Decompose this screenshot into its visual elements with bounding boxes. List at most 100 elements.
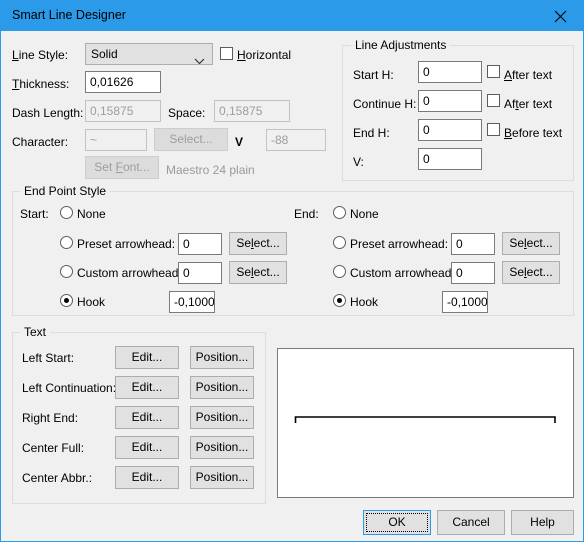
space-label: Space: [168, 106, 206, 120]
end-custom-arrowhead-label: Custom arrowhead: [350, 266, 455, 280]
start-h-input[interactable]: 0 [418, 61, 482, 83]
start-h-label: Start H: [353, 68, 394, 82]
line-style-combobox[interactable]: Solid [85, 43, 213, 65]
v-offset-input[interactable]: -88 [266, 129, 326, 151]
end-hook-radio[interactable] [333, 294, 346, 307]
center-abbr-position-button[interactable]: Position... [190, 466, 254, 489]
ok-button[interactable]: OK [363, 510, 431, 535]
space-input[interactable]: 0,15875 [214, 100, 290, 122]
start-side-label: Start: [20, 207, 49, 221]
right-end-edit-label: Edit... [131, 410, 163, 424]
character-label: Character: [12, 135, 69, 149]
start-h-after-text-label: After text [504, 68, 553, 82]
start-preset-arrowhead-label: Preset arrowhead: [77, 237, 176, 251]
end-preset-select-button[interactable]: Select... [502, 232, 560, 255]
dash-length-input[interactable]: 0,15875 [85, 100, 161, 122]
end-custom-select-label: Select... [509, 265, 553, 279]
start-preset-select-button[interactable]: Select... [229, 232, 287, 255]
left-start-edit-button[interactable]: Edit... [115, 346, 179, 369]
cancel-label: Cancel [452, 515, 490, 529]
end-preset-select-label: Select... [509, 236, 553, 250]
end-side-label: End: [294, 207, 319, 221]
end-none-label: None [350, 207, 379, 221]
center-full-edit-label: Edit... [131, 440, 163, 454]
end-h-label: End H: [353, 126, 390, 140]
left-continuation-position-label: Position... [195, 380, 249, 394]
start-custom-arrowhead-radio[interactable] [60, 265, 73, 278]
start-custom-arrowhead-label: Custom arrowhead: [77, 266, 182, 280]
start-custom-select-label: Select... [236, 265, 280, 279]
end-preset-arrowhead-input[interactable]: 0 [451, 233, 495, 255]
thickness-input[interactable]: 0,01626 [85, 71, 161, 93]
smart-line-designer-dialog: Smart Line Designer Line Style: Solid Ho… [0, 0, 584, 542]
continue-h-label: Continue H: [353, 97, 417, 111]
v-orientation-label: V [235, 135, 244, 149]
start-hook-input[interactable]: -0,1000 [169, 291, 215, 313]
continue-h-input[interactable]: 0 [418, 90, 482, 112]
left-start-position-button[interactable]: Position... [190, 346, 254, 369]
line-style-value: Solid [91, 47, 118, 61]
text-group-title: Text [20, 326, 51, 338]
close-glyph [554, 10, 566, 22]
line-preview [277, 348, 574, 498]
center-abbr-edit-label: Edit... [131, 470, 163, 484]
character-select-label: Select... [169, 132, 213, 146]
line-preview-graphic [294, 416, 556, 423]
chevron-down-icon [194, 51, 205, 64]
end-none-radio[interactable] [333, 206, 346, 219]
character-select-button[interactable]: Select... [154, 128, 228, 151]
set-font-label: Set Font... [94, 160, 150, 174]
start-hook-label: Hook [77, 295, 106, 309]
end-preset-arrowhead-radio[interactable] [333, 236, 346, 249]
right-end-position-label: Position... [195, 410, 249, 424]
center-full-position-label: Position... [195, 440, 249, 454]
right-end-position-button[interactable]: Position... [190, 406, 254, 429]
continue-h-after-text-checkbox[interactable] [487, 94, 500, 107]
end-h-input[interactable]: 0 [418, 119, 482, 141]
right-end-label: Right End: [22, 411, 79, 425]
start-custom-select-button[interactable]: Select... [229, 261, 287, 284]
start-preset-arrowhead-radio[interactable] [60, 236, 73, 249]
character-input[interactable]: ~ [85, 129, 147, 151]
end-custom-arrowhead-radio[interactable] [333, 265, 346, 278]
center-abbr-label: Center Abbr.: [22, 471, 93, 485]
start-hook-radio[interactable] [60, 294, 73, 307]
title-bar: Smart Line Designer [1, 1, 583, 31]
right-end-edit-button[interactable]: Edit... [115, 406, 179, 429]
start-preset-arrowhead-input[interactable]: 0 [178, 233, 222, 255]
start-h-after-text-checkbox[interactable] [487, 65, 500, 78]
thickness-label: Thickness: [12, 77, 70, 91]
dash-length-label: Dash Length: [12, 106, 84, 120]
horizontal-checkbox[interactable] [220, 47, 233, 60]
center-abbr-edit-button[interactable]: Edit... [115, 466, 179, 489]
close-icon[interactable] [537, 1, 583, 31]
v-label: V: [353, 155, 364, 169]
help-label: Help [530, 515, 555, 529]
line-adjustments-title: Line Adjustments [351, 39, 451, 51]
end-preset-arrowhead-label: Preset arrowhead: [350, 237, 449, 251]
center-abbr-position-label: Position... [195, 470, 249, 484]
cancel-button[interactable]: Cancel [437, 510, 505, 535]
end-hook-input[interactable]: -0,1000 [442, 291, 488, 313]
end-point-style-title: End Point Style [20, 185, 111, 197]
center-full-edit-button[interactable]: Edit... [115, 436, 179, 459]
horizontal-label: Horizontal [237, 48, 292, 62]
left-continuation-position-button[interactable]: Position... [190, 376, 254, 399]
help-button[interactable]: Help [511, 510, 574, 535]
start-none-label: None [77, 207, 106, 221]
start-custom-arrowhead-input[interactable]: 0 [178, 262, 222, 284]
end-custom-arrowhead-input[interactable]: 0 [451, 262, 495, 284]
set-font-button[interactable]: Set Font... [85, 156, 159, 179]
center-full-label: Center Full: [22, 441, 85, 455]
end-h-before-text-checkbox[interactable] [487, 123, 500, 136]
font-name-label: Maestro 24 plain [166, 163, 255, 177]
start-none-radio[interactable] [60, 206, 73, 219]
left-continuation-edit-button[interactable]: Edit... [115, 376, 179, 399]
left-continuation-label: Left Continuation: [22, 381, 117, 395]
left-start-edit-label: Edit... [131, 350, 163, 364]
end-custom-select-button[interactable]: Select... [502, 261, 560, 284]
window-title: Smart Line Designer [12, 8, 126, 22]
start-preset-select-label: Select... [236, 236, 280, 250]
center-full-position-button[interactable]: Position... [190, 436, 254, 459]
v-input[interactable]: 0 [418, 148, 482, 170]
